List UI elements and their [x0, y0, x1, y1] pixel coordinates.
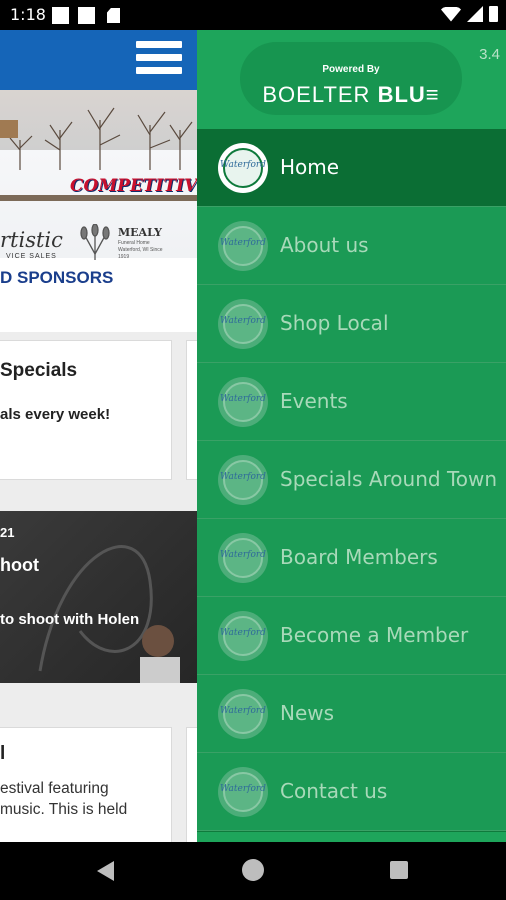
icon-text: Waterford [220, 784, 266, 794]
photo-card-date: 21 [0, 525, 15, 540]
status-bar: 1:18 [0, 0, 506, 30]
menu-item-label: Shop Local [280, 311, 389, 335]
next-card[interactable] [186, 727, 197, 842]
waterford-logo-icon: Waterford [218, 689, 268, 739]
next-card[interactable] [186, 340, 197, 480]
brand-logo: BOELTER BLU≡ [240, 82, 462, 108]
menu-item-shop-local[interactable]: Waterford Shop Local [197, 285, 506, 363]
waterford-logo-icon: Waterford [218, 143, 268, 193]
menu-item-label: Home [280, 155, 340, 179]
menu-item-label: News [280, 701, 335, 725]
menu-item-label: Become a Member [280, 623, 469, 647]
artistic-logo-sub: VICE SALES [6, 253, 57, 260]
menu-item-label: Events [280, 389, 348, 413]
notification-icon [52, 7, 69, 24]
menu-item-board-members[interactable]: Waterford Board Members [197, 519, 506, 597]
menu-item-news[interactable]: Waterford News [197, 675, 506, 753]
background-page: COMPETITIVE rtistic VICE SALES MEALY Fun… [0, 30, 197, 842]
waterford-logo-icon: Waterford [218, 299, 268, 349]
battery-icon [489, 6, 498, 22]
sponsor-banner[interactable]: COMPETITIVE rtistic VICE SALES MEALY Fun… [0, 90, 197, 332]
menu-item-label: Specials Around Town [280, 467, 498, 491]
drawer-header: Powered By BOELTER BLU≡ 3.4 [197, 30, 506, 129]
menu-item-label: Board Members [280, 545, 438, 569]
waterford-logo-icon: Waterford [218, 611, 268, 661]
specials-card-text: als every week! [0, 406, 111, 423]
photo-card-text: to shoot with Holen [0, 611, 140, 628]
icon-text: Waterford [220, 160, 266, 170]
app-bar [0, 30, 197, 90]
menu-item-label: About us [280, 233, 369, 257]
menu-item-about-us[interactable]: Waterford About us [197, 207, 506, 285]
waterford-logo-icon: Waterford [218, 767, 268, 817]
signal-icon [467, 6, 483, 22]
menu-item-specials-around-town[interactable]: Waterford Specials Around Town [197, 441, 506, 519]
drawer-footer [197, 832, 506, 842]
drawer-menu: Waterford Home Waterford About us Waterf… [197, 129, 506, 831]
home-icon[interactable] [242, 859, 264, 881]
waterford-logo-icon: Waterford [218, 533, 268, 583]
photo-card-title: hoot [0, 555, 39, 575]
notification-icon [78, 7, 95, 24]
specials-card-title: Specials [0, 360, 78, 381]
version-label: 3.4 [479, 46, 500, 63]
navigation-drawer: Powered By BOELTER BLU≡ 3.4 Waterford Ho… [197, 30, 506, 842]
system-nav-bar [0, 842, 506, 900]
icon-text: Waterford [220, 472, 266, 482]
festival-card-line: estival featuring [0, 780, 109, 797]
festival-card-line: music. This is held [0, 801, 128, 818]
waterford-logo-icon: Waterford [218, 221, 268, 271]
menu-icon[interactable] [136, 41, 182, 79]
back-icon[interactable] [97, 861, 114, 881]
menu-item-events[interactable]: Waterford Events [197, 363, 506, 441]
sponsors-heading: D SPONSORS [0, 268, 114, 287]
menu-item-label: Contact us [280, 779, 388, 803]
mealy-logo: MEALY [118, 226, 162, 239]
menu-item-contact-us[interactable]: Waterford Contact us [197, 753, 506, 831]
menu-item-become-a-member[interactable]: Waterford Become a Member [197, 597, 506, 675]
brand-logo-light: BOELTER [262, 82, 378, 107]
recent-apps-icon[interactable] [390, 861, 408, 879]
photo-card[interactable]: 21 hoot to shoot with Holen [0, 511, 197, 683]
festival-card-text: estival featuring music. This is held [0, 778, 127, 820]
wifi-icon [441, 6, 461, 22]
menu-item-home[interactable]: Waterford Home [197, 129, 506, 207]
waterford-logo-icon: Waterford [218, 455, 268, 505]
icon-text: Waterford [220, 238, 266, 248]
powered-by-label: Powered By [322, 64, 380, 75]
boelter-blue-badge[interactable]: Powered By BOELTER BLU≡ [240, 42, 462, 115]
sd-card-icon [107, 8, 120, 23]
brand-logo-bold: BLU≡ [377, 82, 440, 107]
mealy-logo-sub: Funeral Home Waterford, WI Since 1919 [118, 240, 163, 260]
competitive-logo: COMPETITIVE [70, 176, 197, 196]
photo-image [38, 545, 180, 683]
artistic-logo: rtistic [0, 228, 63, 252]
icon-text: Waterford [220, 316, 266, 326]
icon-text: Waterford [220, 706, 266, 716]
wheat-icon [80, 224, 110, 260]
trees-image [0, 107, 193, 170]
icon-text: Waterford [220, 394, 266, 404]
status-time: 1:18 [10, 5, 46, 24]
icon-text: Waterford [220, 550, 266, 560]
icon-text: Waterford [220, 628, 266, 638]
festival-card-title: l [0, 743, 6, 764]
waterford-logo-icon: Waterford [218, 377, 268, 427]
